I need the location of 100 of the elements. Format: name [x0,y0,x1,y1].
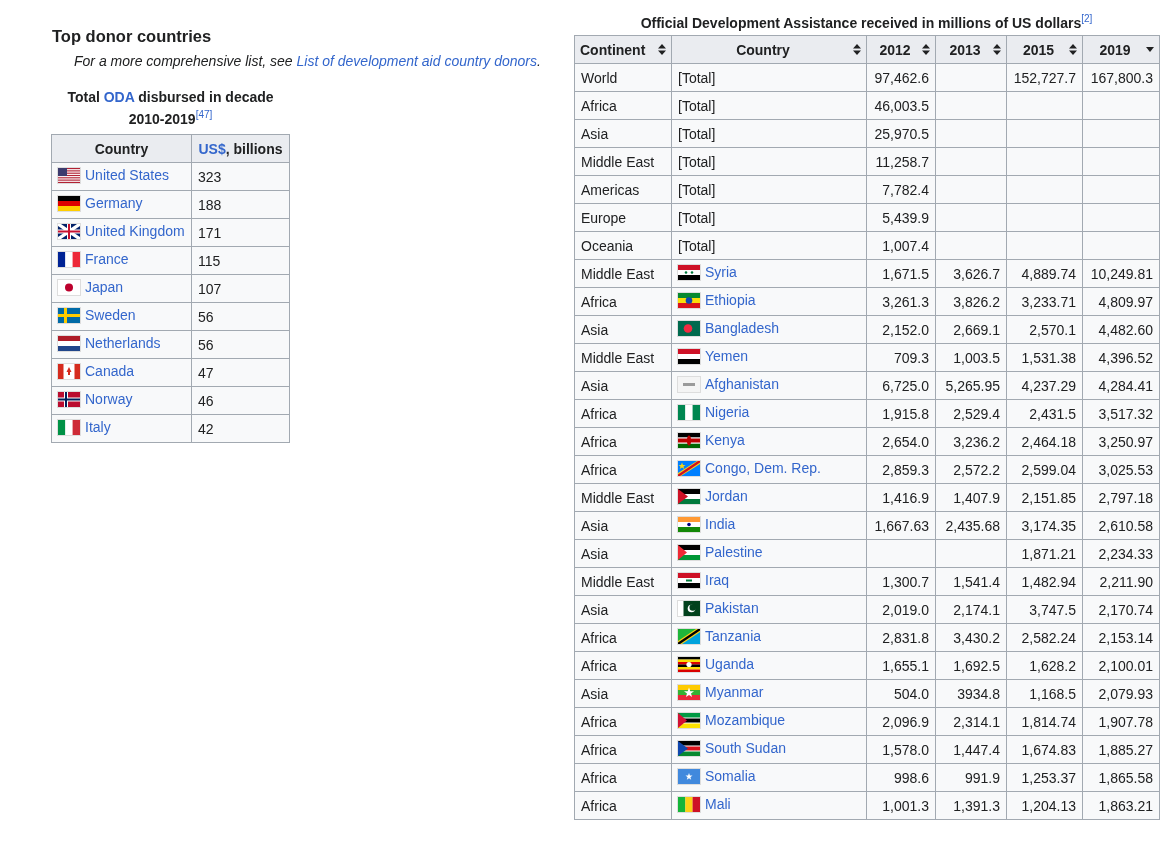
country-link[interactable]: Palestine [705,544,763,561]
table-cell: 188 [191,190,290,219]
country-link[interactable]: Kenya [705,432,745,449]
country-link[interactable]: India [705,516,736,533]
country-link[interactable]: Iraq [705,572,730,589]
country-link[interactable]: Germany [85,195,143,212]
country-link[interactable]: Netherlands [85,335,161,352]
table-cell: Africa [574,791,672,820]
country-link[interactable]: Sweden [85,307,136,324]
table-cell: 3934.8 [935,679,1007,708]
column-header[interactable]: 2015 [1006,35,1083,64]
table-cell: 1,482.94 [1006,567,1083,596]
table-cell: World [574,63,672,92]
table-cell: 2,570.1 [1006,315,1083,344]
citation-link[interactable]: [2] [1081,13,1093,25]
country-link[interactable]: Jordan [705,488,748,505]
table-cell: 2,572.2 [935,455,1007,484]
table-cell: 1,667.63 [866,511,936,540]
table-cell: 1,863.21 [1082,791,1160,820]
flag-icon [678,404,700,420]
table-cell: Africa [574,735,672,764]
table-cell: 115 [191,246,290,275]
country-link[interactable]: Mali [705,796,731,813]
table-cell: 6,725.0 [866,371,936,400]
country-link[interactable]: Canada [85,363,135,380]
table-cell: 4,482.60 [1082,315,1160,344]
country-link[interactable]: Yemen [705,348,749,365]
country-link[interactable]: Japan [85,279,124,296]
table-cell: 1,655.1 [866,651,936,680]
column-header[interactable]: 2013 [935,35,1007,64]
table-cell: Asia [574,511,672,540]
flag-icon [58,307,80,323]
country-link[interactable]: Syria [705,264,737,281]
country-link[interactable]: Bangladesh [705,320,779,337]
flag-icon [678,712,700,728]
table-cell: 3,025.53 [1082,455,1160,484]
table-cell: 1,204.13 [1006,791,1083,820]
table-cell: 2,431.5 [1006,399,1083,428]
table-cell: 1,541.4 [935,567,1007,596]
table-cell: 46 [191,386,290,415]
table-cell: Africa [574,287,672,316]
donors-list-link[interactable]: List of development aid country donors [296,53,537,69]
table-cell: 1,674.83 [1006,735,1083,764]
table-cell: 991.9 [935,763,1007,792]
usd-link[interactable]: US$ [198,140,226,157]
column-header: Country [51,134,192,163]
country-link[interactable]: South Sudan [705,740,786,757]
country-link[interactable]: Nigeria [705,404,750,421]
table-cell: 1,300.7 [866,567,936,596]
country-link[interactable]: Norway [85,391,133,408]
flag-icon [678,292,700,308]
country-link[interactable]: United Kingdom [85,223,185,240]
column-header[interactable]: Continent [574,35,672,64]
country-link[interactable]: Uganda [705,656,755,673]
country-link[interactable]: Afghanistan [705,376,779,393]
table-cell: 1,447.4 [935,735,1007,764]
flag-icon [58,167,80,183]
table-cell: 1,003.5 [935,343,1007,372]
table-cell: 1,814.74 [1006,707,1083,736]
flag-icon [678,740,700,756]
table-cell: 2,314.1 [935,707,1007,736]
table-cell: 1,531.38 [1006,343,1083,372]
table-cell: 1,407.9 [935,483,1007,512]
column-header[interactable]: 2012 [866,35,936,64]
table-cell: Americas [574,175,672,204]
country-link[interactable]: Myanmar [705,684,764,701]
oda-link[interactable]: ODA [103,89,135,105]
table-cell: [Total] [671,231,867,260]
country-link[interactable]: France [85,251,129,268]
citation-link[interactable]: [47] [195,109,213,121]
country-link[interactable]: Tanzania [705,628,762,645]
table-cell: 2,096.9 [866,707,936,736]
flag-icon [678,768,700,784]
flag-icon [678,516,700,532]
table-cell: 709.3 [866,343,936,372]
country-link[interactable]: Somalia [705,768,756,785]
table-caption: Official Development Assistance received in millions of US dollars$^{[2]}$ [639,13,1094,33]
table-cell: Africa [574,623,672,652]
column-header[interactable]: 2019 [1082,35,1160,64]
table-cell: Middle East [574,147,672,176]
country-link[interactable]: Ethiopia [705,292,756,309]
table-cell: 171 [191,218,290,247]
table-cell: 4,237.29 [1006,371,1083,400]
flag-icon [678,460,700,476]
column-header[interactable]: Country [671,35,867,64]
table-cell: [Total] [671,203,867,232]
country-link[interactable]: United States [85,167,170,184]
table-cell: Africa [574,763,672,792]
country-link[interactable]: Congo, Dem. Rep. [705,460,821,477]
table-cell: Africa [574,399,672,428]
table-cell: 1,865.58 [1082,763,1160,792]
country-link[interactable]: Italy [85,419,111,436]
country-link[interactable]: Mozambique [705,712,786,729]
table-cell: Middle East [574,343,672,372]
country-link[interactable]: Pakistan [705,600,759,617]
table-cell: 2,859.3 [866,455,936,484]
table-cell: 7,782.4 [866,175,936,204]
table-cell: 2,100.01 [1082,651,1160,680]
table-cell: 2,151.85 [1006,483,1083,512]
table-cell: 998.6 [866,763,936,792]
